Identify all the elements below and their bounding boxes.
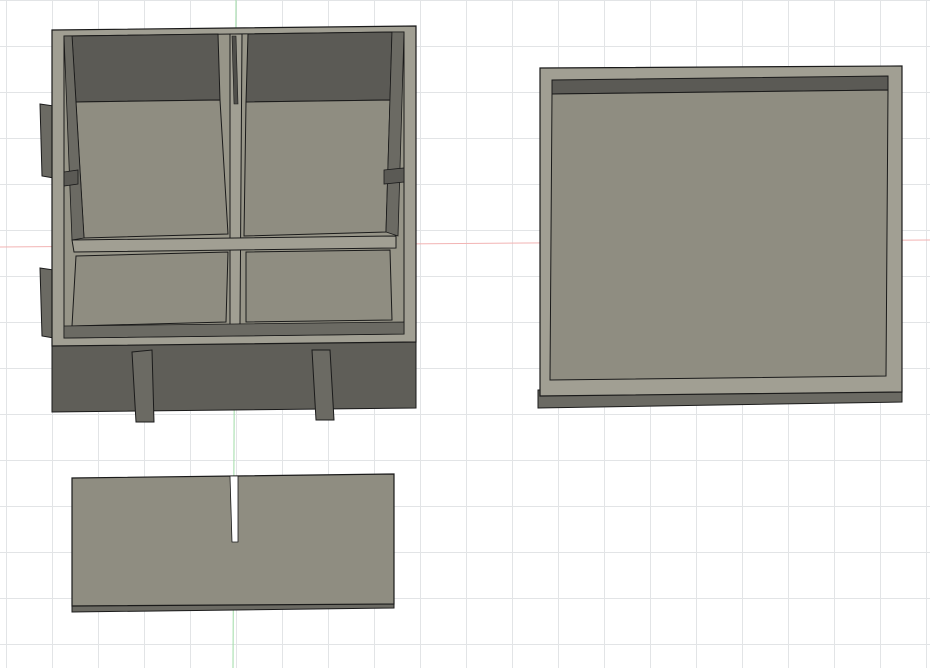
compartment-tr-floor bbox=[243, 99, 391, 237]
box-with-dividers-body[interactable] bbox=[39, 25, 417, 423]
compartment-tl-floor bbox=[75, 99, 229, 239]
lid-body[interactable] bbox=[537, 65, 903, 409]
divider-panel-body[interactable] bbox=[71, 473, 395, 613]
compartment-tl-back-wall bbox=[71, 33, 221, 103]
right-notch bbox=[383, 167, 405, 185]
compartment-tr-back-wall bbox=[245, 31, 393, 103]
front-tab-left bbox=[131, 349, 155, 423]
model-canvas[interactable] bbox=[0, 0, 930, 668]
front-tab-right bbox=[311, 349, 335, 421]
compartment-bl-floor bbox=[71, 251, 229, 327]
compartment-br-floor bbox=[245, 249, 393, 323]
left-notch bbox=[63, 169, 79, 187]
box-front-wall bbox=[51, 339, 417, 413]
cad-viewport[interactable] bbox=[0, 0, 930, 668]
lid-inner-floor bbox=[549, 89, 889, 381]
